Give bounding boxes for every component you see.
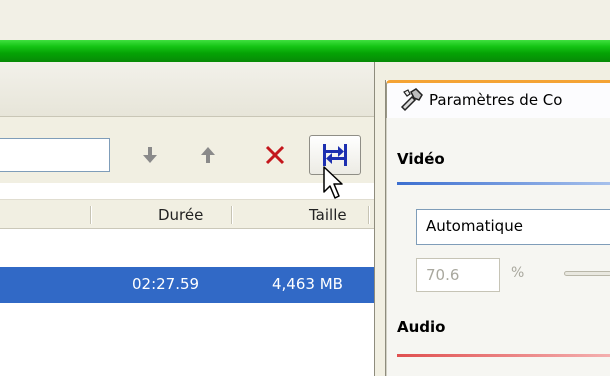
settings-panel: Paramètres de Co Vidéo Automatique 70.6 … [385, 80, 610, 376]
column-header-duration[interactable]: Durée [158, 206, 203, 224]
progress-bar [0, 40, 610, 62]
settings-body: Vidéo Automatique 70.6 % Audio [386, 118, 610, 376]
audio-section-rule [397, 354, 610, 357]
video-quality-value: 70.6 [426, 266, 460, 284]
swap-columns-icon [323, 144, 347, 166]
column-header-size[interactable]: Taille [309, 206, 347, 224]
arrow-down-icon [143, 147, 157, 163]
row-duration: 02:27.59 [132, 275, 200, 293]
video-quality-unit: % [511, 265, 525, 281]
column-header-row: Durée Taille [0, 199, 374, 229]
file-list-toolbar [0, 117, 374, 183]
arrow-up-icon [201, 147, 215, 163]
file-list-panel: Durée Taille 02:27.59 4,463 MB [0, 62, 375, 376]
search-input[interactable] [0, 138, 110, 172]
tab-settings[interactable]: Paramètres de Co [386, 80, 610, 118]
table-row[interactable]: 02:27.59 4,463 MB [0, 267, 374, 303]
column-separator[interactable] [368, 206, 370, 224]
delete-x-icon [265, 145, 285, 165]
audio-section-heading: Audio [397, 318, 446, 336]
move-down-button[interactable] [133, 138, 167, 172]
file-list-rows: 02:27.59 4,463 MB [0, 229, 374, 376]
delete-button[interactable] [258, 138, 292, 172]
window-top-area [0, 0, 610, 40]
video-quality-slider[interactable] [564, 271, 610, 276]
video-section-heading: Vidéo [397, 150, 445, 168]
mouse-cursor-icon [323, 166, 343, 199]
row-size: 4,463 MB [272, 275, 343, 293]
video-mode-select[interactable]: Automatique [416, 209, 610, 245]
move-up-button[interactable] [191, 138, 225, 172]
video-mode-value: Automatique [426, 217, 523, 235]
column-separator[interactable] [231, 206, 233, 224]
column-separator[interactable] [90, 206, 92, 224]
video-quality-input[interactable]: 70.6 [416, 258, 500, 292]
video-section-rule [397, 182, 610, 185]
tools-icon [400, 88, 423, 112]
file-list-header [0, 62, 374, 117]
settings-tab-title: Paramètres de Co [429, 91, 563, 109]
